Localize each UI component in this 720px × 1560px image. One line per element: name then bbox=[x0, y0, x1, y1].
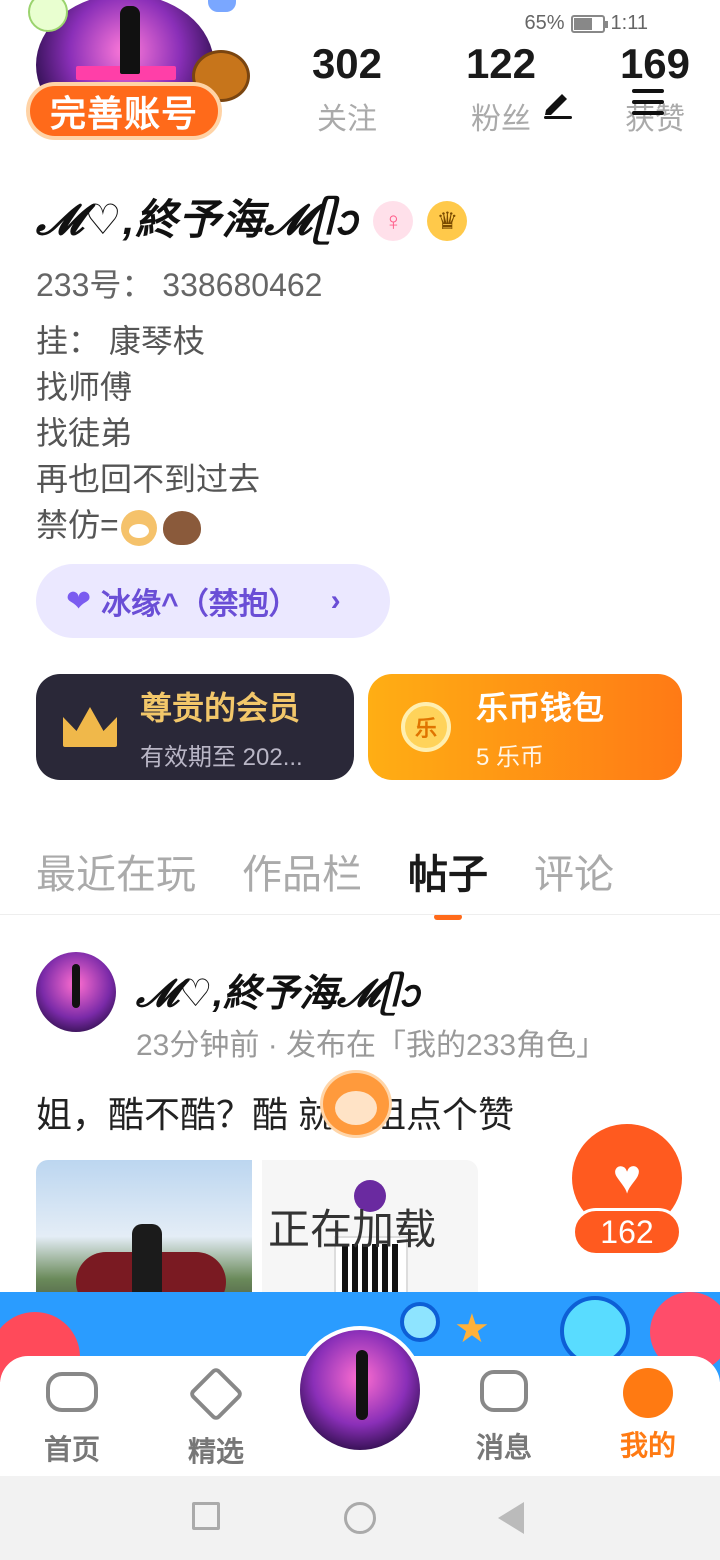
status-bar: 65% 1:11 bbox=[525, 12, 648, 35]
divider bbox=[0, 914, 720, 915]
profile-icon bbox=[622, 1368, 674, 1418]
guild-label: 冰缘^（禁抱） bbox=[101, 588, 299, 621]
home-icon[interactable] bbox=[344, 1502, 376, 1534]
like-count: 162 bbox=[572, 1208, 682, 1256]
center-avatar-button[interactable] bbox=[296, 1326, 424, 1454]
wallet-title: 乐币钱包 bbox=[476, 689, 605, 726]
loading-text: 正在加载 bbox=[268, 1206, 437, 1253]
edit-icon[interactable] bbox=[540, 84, 576, 120]
post-author-avatar[interactable] bbox=[36, 952, 116, 1032]
bio-line: 找徒弟 bbox=[36, 415, 133, 451]
bio: 挂： 康琴枝 找师傅 找徒弟 再也回不到过去 禁仿= bbox=[36, 318, 260, 548]
post-author-name[interactable]: 𝓜♡,終予海𝓜ᥫᩣ bbox=[136, 962, 420, 1026]
user-id[interactable]: 233号： 338680462 bbox=[36, 260, 322, 306]
nav-me[interactable]: 我的 bbox=[598, 1368, 698, 1464]
chat-icon bbox=[478, 1370, 530, 1416]
bio-line: 挂： 康琴枝 bbox=[36, 323, 205, 359]
clock: 1:11 bbox=[610, 12, 648, 34]
battery-icon bbox=[570, 14, 608, 33]
tab-works[interactable]: 作品栏 bbox=[242, 842, 362, 900]
tab-posts[interactable]: 帖子 bbox=[408, 842, 488, 900]
complete-account-button[interactable]: 完善账号 bbox=[26, 82, 222, 140]
vip-expiry: 有效期至 202... bbox=[140, 743, 303, 771]
tab-comments[interactable]: 评论 bbox=[534, 842, 614, 900]
bio-line: 找师傅 bbox=[36, 369, 133, 405]
nav-featured[interactable]: 精选 bbox=[166, 1365, 266, 1470]
coin-icon: 乐 bbox=[398, 699, 454, 755]
following-stat[interactable]: 302 关注 bbox=[270, 40, 424, 138]
nav-home[interactable]: 首页 bbox=[22, 1368, 122, 1468]
heart-icon: ♥ bbox=[612, 1151, 642, 1204]
bio-line: 再也回不到过去 bbox=[36, 461, 261, 497]
system-nav-bar bbox=[0, 1476, 720, 1560]
bio-line-last: 禁仿= bbox=[36, 502, 260, 548]
nickname: 𝓜♡,終予海𝓜ᥫᩣ bbox=[36, 196, 360, 243]
vip-title: 尊贵的会员 bbox=[140, 689, 301, 726]
back-icon[interactable] bbox=[498, 1502, 524, 1534]
poop-emoji-icon bbox=[162, 510, 201, 545]
post-meta: 23分钟前 · 发布在「我的233角色」 bbox=[136, 1029, 607, 1062]
wallet-card[interactable]: 乐 乐币钱包 5 乐币 bbox=[368, 674, 682, 780]
recent-apps-icon[interactable] bbox=[192, 1502, 220, 1530]
chevron-right-icon: › bbox=[330, 584, 341, 617]
heart-icon bbox=[187, 1365, 245, 1423]
gamepad-icon bbox=[46, 1372, 98, 1418]
crown-icon bbox=[62, 699, 118, 755]
nickname-row: 𝓜♡,終予海𝓜ᥫᩣ ♀ ♛ bbox=[36, 186, 468, 256]
guild-chip[interactable]: ❤ 冰缘^（禁抱） › bbox=[36, 564, 390, 638]
battery-percent: 65% bbox=[524, 12, 565, 34]
profile-tabs: 最近在玩 作品栏 帖子 评论 bbox=[36, 842, 614, 900]
candy-sticker-icon bbox=[208, 0, 236, 12]
menu-icon[interactable] bbox=[630, 84, 666, 120]
heart-icon: ❤ bbox=[66, 584, 92, 618]
monkey-mascot-icon[interactable] bbox=[320, 1070, 392, 1138]
post-text[interactable]: 姐，酷不酷？酷 就给姐点个赞 bbox=[36, 1086, 514, 1138]
female-icon: ♀ bbox=[373, 201, 414, 241]
vip-card[interactable]: 尊贵的会员 有效期至 202... bbox=[36, 674, 354, 780]
nav-messages[interactable]: 消息 bbox=[454, 1368, 554, 1466]
tab-recent-played[interactable]: 最近在玩 bbox=[36, 842, 196, 900]
crown-icon[interactable]: ♛ bbox=[427, 201, 468, 241]
dog-emoji-icon bbox=[120, 509, 157, 546]
wallet-balance: 5 乐币 bbox=[476, 743, 545, 771]
